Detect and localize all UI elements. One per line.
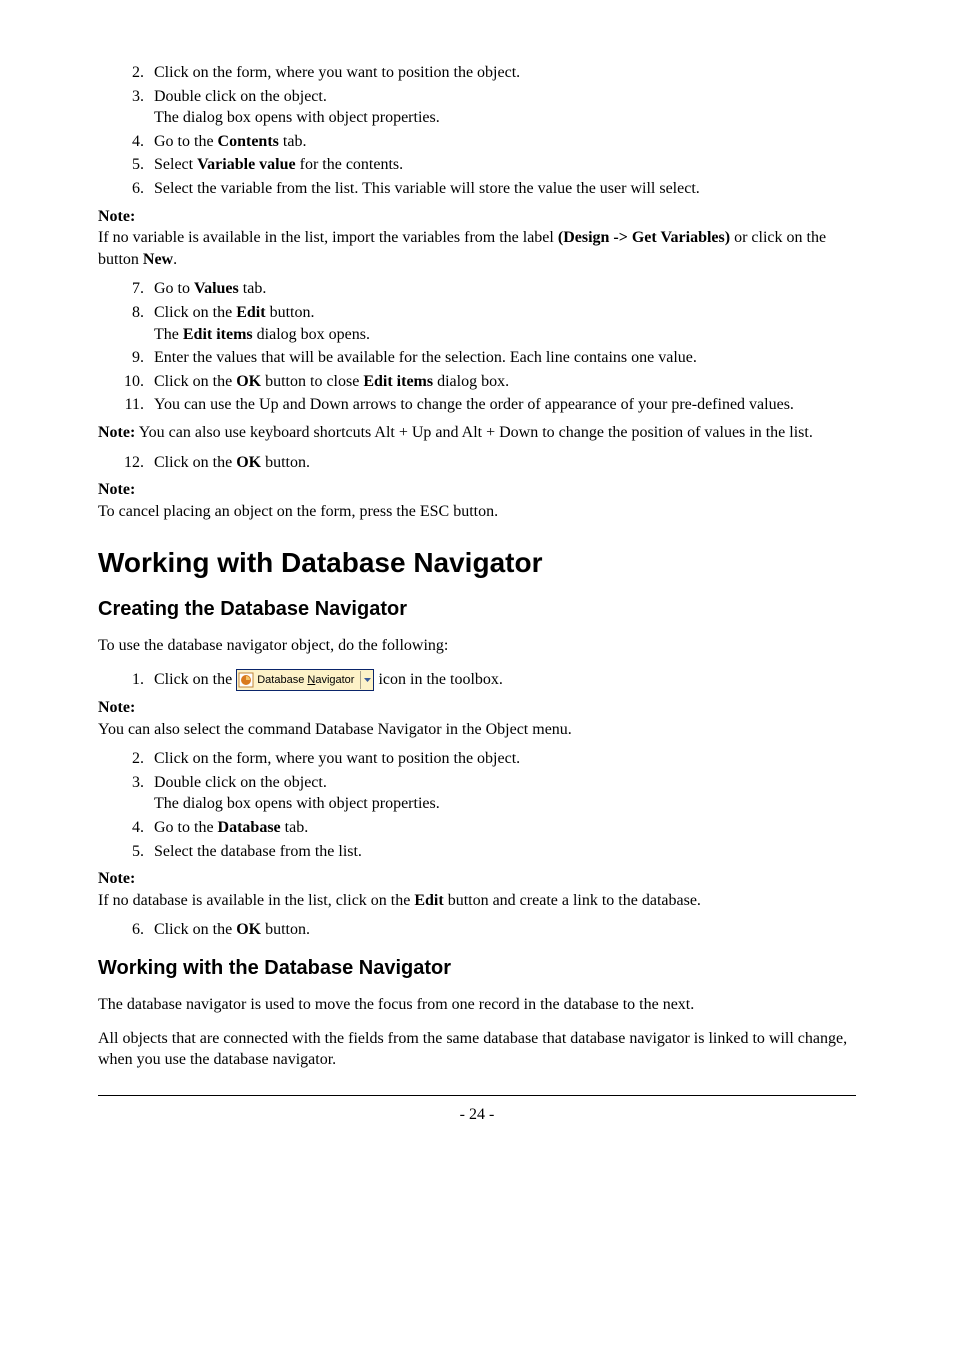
list-number: 2. <box>116 62 144 84</box>
list-text: Select the database from the list. <box>154 841 856 863</box>
list-item: 7. Go to Values tab. <box>98 278 856 300</box>
list-text: Double click on the object. The dialog b… <box>154 772 856 815</box>
note-block: Note: You can also use keyboard shortcut… <box>98 422 856 444</box>
heading-working-with-db-nav-sub: Working with the Database Navigator <box>98 955 856 982</box>
note-block: Note: To cancel placing an object on the… <box>98 479 856 522</box>
list-item: 8. Click on the Edit button. The Edit it… <box>98 302 856 345</box>
list-text: Double click on the object. The dialog b… <box>154 86 856 129</box>
page-number: - 24 - <box>98 1104 856 1126</box>
ordered-list-c: 12. Click on the OK button. <box>98 452 856 474</box>
note-label: Note: <box>98 424 135 441</box>
list-item: 6. Click on the OK button. <box>98 919 856 941</box>
database-navigator-button[interactable]: Database Navigator <box>236 669 374 691</box>
list-text: Click on the form, where you want to pos… <box>154 748 856 770</box>
list-text: Click on the form, where you want to pos… <box>154 62 856 84</box>
list-item: 3. Double click on the object. The dialo… <box>98 772 856 815</box>
list-number: 3. <box>116 772 144 815</box>
list-item: 4. Go to the Contents tab. <box>98 131 856 153</box>
note-block: Note: If no variable is available in the… <box>98 206 856 271</box>
list-text: Click on the OK button to close Edit ite… <box>154 371 856 393</box>
list-item: 2. Click on the form, where you want to … <box>98 62 856 84</box>
note-label: Note: <box>98 699 135 716</box>
list-item: 10. Click on the OK button to close Edit… <box>98 371 856 393</box>
list-item: 11. You can use the Up and Down arrows t… <box>98 394 856 416</box>
list-item: 5. Select the database from the list. <box>98 841 856 863</box>
paragraph: The database navigator is used to move t… <box>98 994 856 1016</box>
ordered-list-e: 2. Click on the form, where you want to … <box>98 748 856 862</box>
note-label: Note: <box>98 870 135 887</box>
ordered-list-d: 1. Click on the Database Navigator icon … <box>98 669 856 691</box>
ordered-list-f: 6. Click on the OK button. <box>98 919 856 941</box>
paragraph: All objects that are connected with the … <box>98 1028 856 1071</box>
list-item: 4. Go to the Database tab. <box>98 817 856 839</box>
note-label: Note: <box>98 208 135 225</box>
footer-divider <box>98 1095 856 1096</box>
list-number: 4. <box>116 817 144 839</box>
list-text: You can use the Up and Down arrows to ch… <box>154 394 856 416</box>
note-label: Note: <box>98 481 135 498</box>
list-item: 9. Enter the values that will be availab… <box>98 347 856 369</box>
list-number: 10. <box>116 371 144 393</box>
paragraph: To use the database navigator object, do… <box>98 635 856 657</box>
list-item: 1. Click on the Database Navigator icon … <box>98 669 856 691</box>
list-number: 2. <box>116 748 144 770</box>
list-number: 6. <box>116 178 144 200</box>
list-number: 9. <box>116 347 144 369</box>
list-text: Enter the values that will be available … <box>154 347 856 369</box>
list-text: Click on the OK button. <box>154 452 856 474</box>
list-number: 7. <box>116 278 144 300</box>
heading-creating-db-nav: Creating the Database Navigator <box>98 596 856 623</box>
list-text: Go to the Database tab. <box>154 817 856 839</box>
list-number: 11. <box>116 394 144 416</box>
list-text: Go to Values tab. <box>154 278 856 300</box>
list-item: 5. Select Variable value for the content… <box>98 154 856 176</box>
ordered-list-a: 2. Click on the form, where you want to … <box>98 62 856 200</box>
list-item: 12. Click on the OK button. <box>98 452 856 474</box>
list-text: Click on the Database Navigator icon in … <box>154 669 856 691</box>
database-navigator-label: Database Navigator <box>255 673 360 688</box>
list-item: 6. Select the variable from the list. Th… <box>98 178 856 200</box>
note-block: Note: You can also select the command Da… <box>98 697 856 740</box>
list-item: 3. Double click on the object. The dialo… <box>98 86 856 129</box>
dropdown-arrow-icon[interactable] <box>360 671 373 689</box>
list-number: 4. <box>116 131 144 153</box>
database-navigator-icon <box>237 671 255 689</box>
list-text: Go to the Contents tab. <box>154 131 856 153</box>
list-text: Select the variable from the list. This … <box>154 178 856 200</box>
list-number: 8. <box>116 302 144 345</box>
list-number: 5. <box>116 154 144 176</box>
list-text: Select Variable value for the contents. <box>154 154 856 176</box>
ordered-list-b: 7. Go to Values tab. 8. Click on the Edi… <box>98 278 856 416</box>
list-number: 3. <box>116 86 144 129</box>
note-block: Note: If no database is available in the… <box>98 868 856 911</box>
list-number: 12. <box>116 452 144 474</box>
list-number: 5. <box>116 841 144 863</box>
list-number: 6. <box>116 919 144 941</box>
list-item: 2. Click on the form, where you want to … <box>98 748 856 770</box>
list-number: 1. <box>116 669 144 691</box>
list-text: Click on the Edit button. The Edit items… <box>154 302 856 345</box>
list-text: Click on the OK button. <box>154 919 856 941</box>
heading-working-with-db-nav: Working with Database Navigator <box>98 544 856 582</box>
